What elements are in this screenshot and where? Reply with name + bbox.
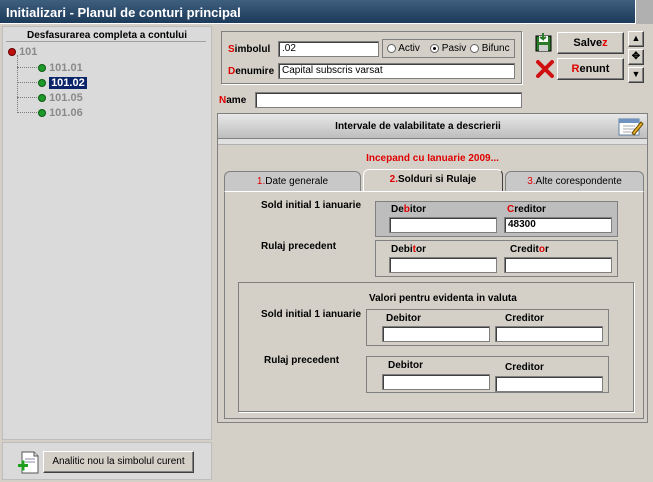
currency-sold-creditor-input[interactable] (495, 326, 603, 342)
leaf-icon (38, 109, 46, 118)
tree-node-101-01[interactable]: 101.01 (38, 62, 83, 74)
rulaj-precedent-box: Debitor Creditor (375, 240, 618, 277)
radio-bifunc-circle[interactable] (470, 43, 479, 53)
save-disk-icon[interactable] (534, 33, 554, 53)
tab-content-solduri: Sold initial 1 ianuarie Debitor Creditor… (224, 191, 644, 419)
leaf-icon (38, 94, 46, 103)
arrow-down-icon: ▼ (631, 69, 641, 79)
simbol-label: Simbolul (228, 44, 271, 55)
radio-bifunc[interactable]: Bifunc (470, 43, 510, 54)
currency-rulaj-creditor-label: Creditor (505, 362, 544, 373)
name-label: Name (219, 95, 247, 106)
collapse-icon[interactable] (8, 48, 16, 57)
window-titlebar: Initializari - Planul de conturi princip… (0, 0, 653, 24)
currency-rulaj-debitor-label: Debitor (388, 360, 423, 371)
move-button[interactable]: ✥ (628, 49, 644, 65)
tree-root-node[interactable]: 101 (8, 46, 37, 58)
validity-section: Intervale de valabilitate a descrierii I… (217, 113, 648, 423)
new-document-icon[interactable] (17, 451, 41, 475)
window-close-button[interactable] (635, 0, 653, 24)
arrow-down-button[interactable]: ▼ (628, 67, 644, 83)
currency-sold-debitor-input[interactable] (382, 326, 490, 342)
new-analytic-button[interactable]: Analitic nou la simbolul curent (43, 451, 194, 473)
move-icon: ✥ (631, 51, 641, 62)
sold-debitor-input[interactable] (389, 217, 497, 233)
sold-creditor-label: Creditor (507, 204, 546, 215)
sold-debitor-label: Debitor (391, 204, 427, 215)
period-label[interactable]: Incepand cu Ianuarie 2009... (218, 153, 647, 164)
tab-solduri-si-rulaje[interactable]: 2.Solduri si Rulaje (363, 169, 503, 192)
radio-pasiv-circle[interactable] (430, 43, 439, 53)
rulaj-debitor-label: Debitor (391, 244, 427, 255)
sold-creditor-input[interactable]: 48300 (504, 217, 612, 233)
tab-date-generale[interactable]: 1.Date generale (224, 171, 361, 191)
account-type-radio-group: Activ Pasiv Bifunc (382, 39, 515, 58)
currency-sold-creditor-label: Creditor (505, 313, 544, 324)
tree-bottom-bar: Analitic nou la simbolul curent (2, 442, 212, 480)
save-button[interactable]: Salvez (557, 32, 624, 54)
tree-node-101-02[interactable]: 101.02 (38, 77, 87, 89)
radio-pasiv[interactable]: Pasiv (430, 43, 466, 54)
name-input[interactable] (255, 92, 522, 108)
validity-header: Intervale de valabilitate a descrierii (218, 114, 647, 139)
denumire-label: Denumire (228, 66, 275, 77)
simbol-input[interactable]: .02 (278, 41, 379, 57)
currency-rulaj-box: Debitor Creditor (366, 356, 609, 393)
rulaj-creditor-label: Creditor (510, 244, 549, 255)
rulaj-creditor-input[interactable] (504, 257, 612, 273)
account-tree-panel: Desfasurarea completa a contului 101 101… (2, 26, 212, 440)
account-info-group: Simbolul .02 Activ Pasiv Bifunc Denumire… (221, 31, 522, 84)
currency-sold-debitor-label: Debitor (386, 313, 421, 324)
cancel-button[interactable]: Renunt (557, 58, 624, 80)
tab-alte-corespondente[interactable]: 3.Alte corespondente (505, 171, 644, 191)
rulaj-precedent-label: Rulaj precedent (261, 241, 337, 252)
sold-initial-label: Sold initial 1 ianuarie (261, 200, 362, 211)
tree-header: Desfasurarea completa a contului (26, 30, 188, 41)
currency-rulaj-creditor-input[interactable] (495, 376, 603, 392)
calendar-edit-icon[interactable] (616, 115, 644, 137)
currency-values-group: Valori pentru evidenta in valuta Sold in… (238, 282, 634, 412)
radio-activ-circle[interactable] (387, 43, 396, 53)
currency-sold-label: Sold initial 1 ianuarie (261, 309, 362, 320)
leaf-icon (38, 79, 46, 88)
validity-header-title: Intervale de valabilitate a descrierii (335, 121, 501, 132)
currency-rulaj-label: Rulaj precedent (264, 355, 340, 366)
arrow-up-icon: ▲ (631, 33, 641, 43)
rulaj-debitor-input[interactable] (389, 257, 497, 273)
radio-activ[interactable]: Activ (387, 43, 420, 54)
currency-sold-box: Debitor Creditor (366, 309, 609, 346)
currency-rulaj-debitor-input[interactable] (382, 374, 490, 390)
currency-group-title: Valori pentru evidenta in valuta (369, 293, 517, 304)
leaf-icon (38, 64, 46, 73)
tree-node-101-05[interactable]: 101.05 (38, 92, 83, 104)
cancel-x-icon[interactable] (535, 59, 555, 79)
arrow-up-button[interactable]: ▲ (628, 31, 644, 47)
tree-node-101-06[interactable]: 101.06 (38, 107, 83, 119)
denumire-input[interactable]: Capital subscris varsat (278, 63, 515, 79)
sold-initial-box: Debitor Creditor 48300 (375, 201, 618, 237)
window-title: Initializari - Planul de conturi princip… (6, 5, 241, 20)
